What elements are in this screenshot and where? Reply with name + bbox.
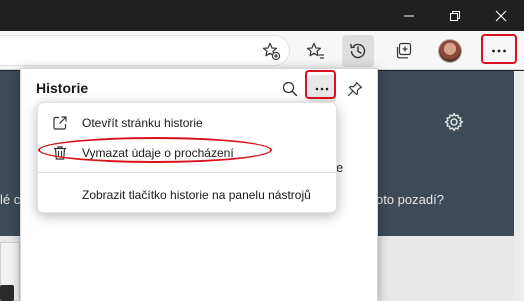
- collections-button[interactable]: [388, 35, 420, 67]
- panel-text-fragment: e: [336, 160, 344, 175]
- address-bar[interactable]: [0, 35, 290, 66]
- pin-icon: [347, 81, 363, 97]
- menu-item-show-history-button[interactable]: Zobrazit tlačítko historie na panelu nás…: [38, 180, 336, 210]
- menu-divider: [38, 172, 336, 173]
- window-titlebar: [0, 0, 524, 31]
- gear-icon[interactable]: [444, 112, 464, 137]
- menu-item-label: Zobrazit tlačítko historie na panelu nás…: [82, 188, 311, 202]
- minimize-button[interactable]: [386, 0, 432, 31]
- collections-icon: [396, 42, 412, 59]
- history-more-options-button[interactable]: [308, 75, 336, 103]
- add-favorite-button[interactable]: [255, 35, 287, 67]
- favorites-button[interactable]: [300, 35, 332, 67]
- page-button-fragment: [0, 285, 14, 301]
- open-external-icon: [38, 115, 82, 131]
- history-search-button[interactable]: [276, 75, 304, 103]
- avatar: [438, 39, 462, 63]
- profile-button[interactable]: [434, 35, 466, 67]
- close-icon: [495, 10, 507, 21]
- star-add-icon: [262, 42, 281, 61]
- page-text-fragment-right: oto pozadí?: [376, 192, 444, 207]
- more-horizontal-icon: [492, 49, 506, 53]
- minimize-icon: [404, 15, 414, 16]
- search-icon: [282, 81, 298, 97]
- panel-title: Historie: [36, 80, 89, 96]
- more-horizontal-icon: [315, 87, 329, 91]
- restore-button[interactable]: [432, 0, 478, 31]
- trash-icon: [38, 145, 82, 161]
- menu-item-open-history-page[interactable]: Otevřít stránku historie: [38, 108, 336, 138]
- close-button[interactable]: [478, 0, 524, 31]
- browser-toolbar: [0, 31, 524, 70]
- history-icon: [350, 43, 366, 59]
- menu-item-clear-browsing-data[interactable]: Vymazat údaje o procházení: [38, 138, 336, 168]
- menu-item-label: Otevřít stránku historie: [82, 116, 203, 130]
- page-text-fragment-left: lé c: [0, 192, 21, 207]
- settings-and-more-button[interactable]: [483, 35, 515, 67]
- history-button[interactable]: [342, 35, 374, 67]
- restore-icon: [450, 10, 460, 21]
- pin-history-button[interactable]: [341, 75, 369, 103]
- menu-item-label: Vymazat údaje o procházení: [82, 146, 234, 160]
- page-scrollbar[interactable]: [514, 71, 524, 301]
- favorites-icon: [306, 42, 324, 59]
- history-options-menu: Otevřít stránku historie Vymazat údaje o…: [37, 102, 337, 213]
